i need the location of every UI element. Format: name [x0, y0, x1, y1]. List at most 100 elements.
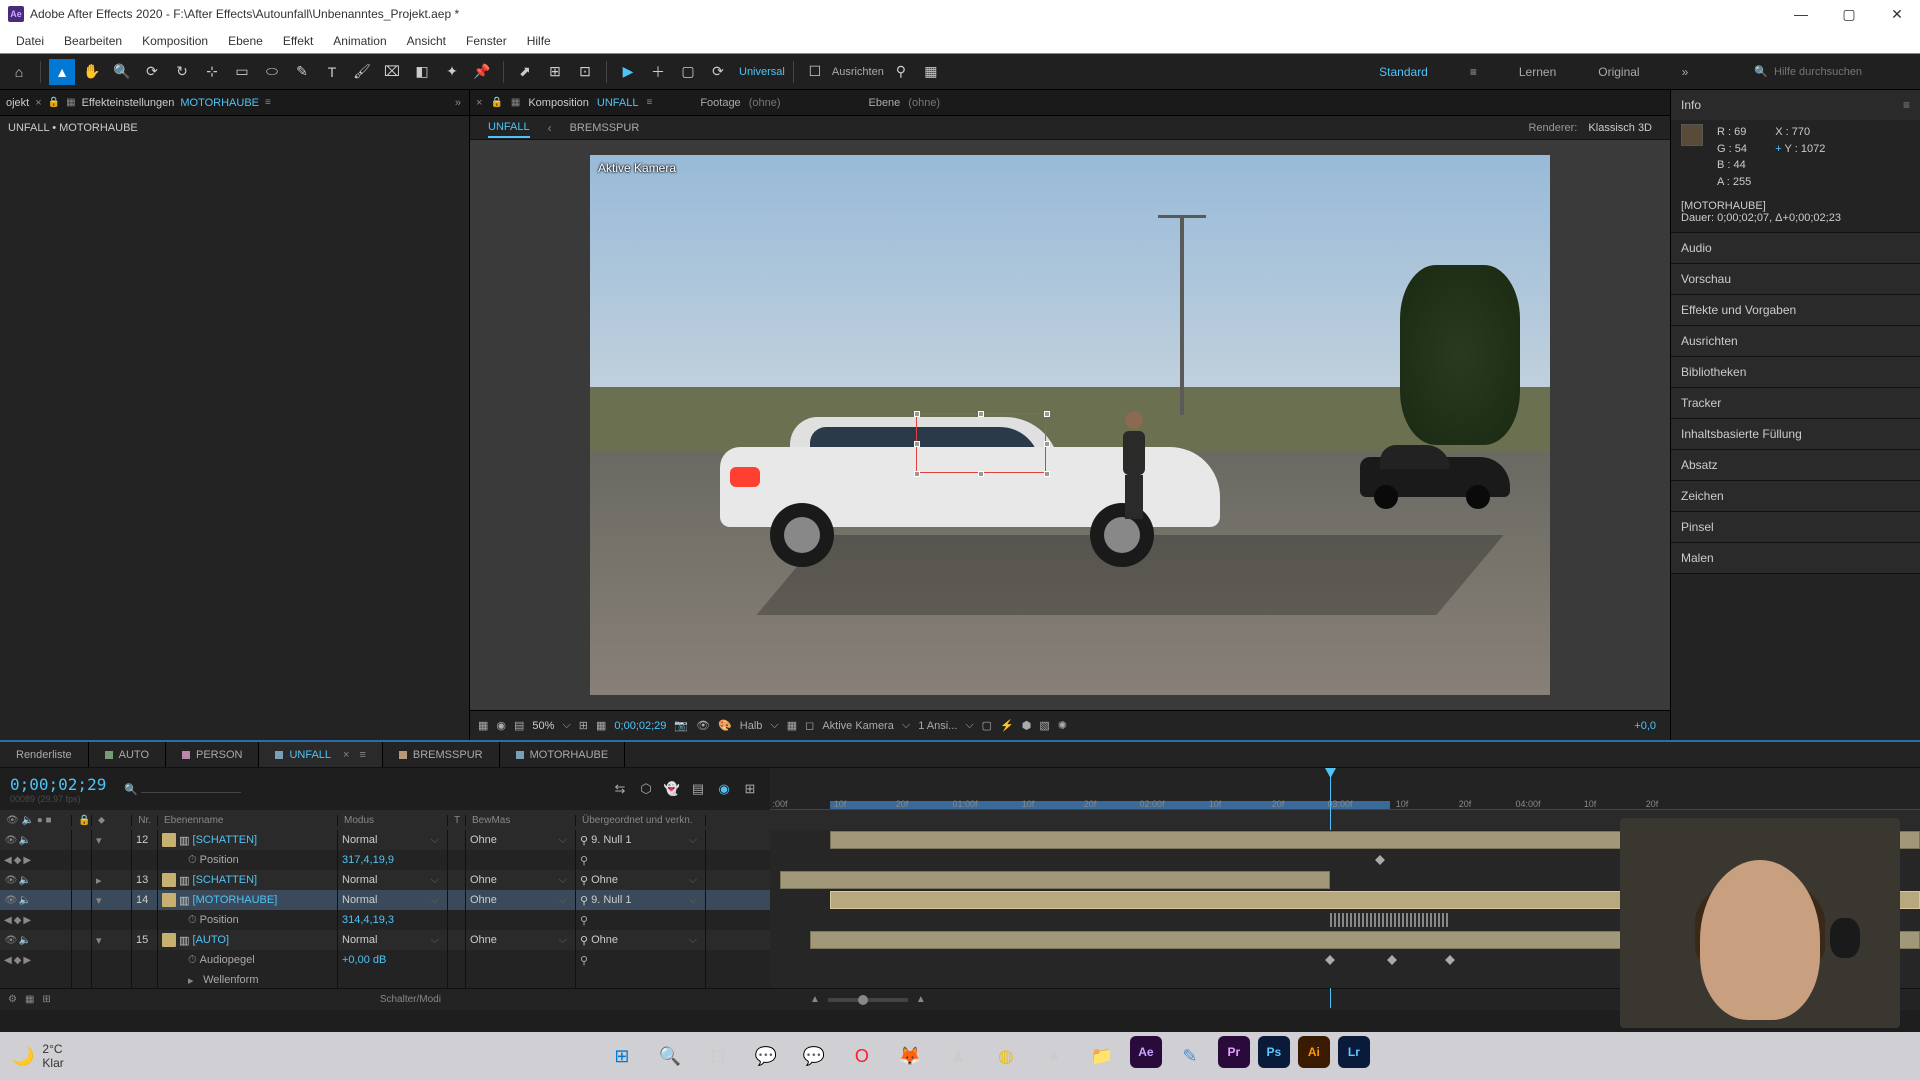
alpha-toggle-icon[interactable]: ▦: [478, 719, 488, 732]
roto-tool[interactable]: ✦: [439, 59, 465, 85]
pickwhip-icon[interactable]: ⚲: [580, 874, 588, 887]
viewer-timecode[interactable]: 0;00;02;29: [614, 720, 666, 732]
res-dropdown[interactable]: Halb: [740, 720, 763, 732]
eraser-tool[interactable]: ◧: [409, 59, 435, 85]
app-icon-1[interactable]: ♟: [938, 1036, 978, 1076]
search-taskbar[interactable]: 🔍: [650, 1036, 690, 1076]
mask-toggle-icon[interactable]: ◉: [496, 719, 506, 732]
tl-tab-unfall[interactable]: UNFALL×≡: [259, 742, 382, 767]
menu-ansicht[interactable]: Ansicht: [397, 30, 456, 52]
obs-icon[interactable]: ⏺: [1034, 1036, 1074, 1076]
camera-dropdown[interactable]: Aktive Kamera: [822, 720, 894, 732]
premiere-taskbar[interactable]: Pr: [1218, 1036, 1250, 1068]
3d-icon[interactable]: ⬢: [1022, 719, 1032, 732]
explorer-icon[interactable]: 📁: [1082, 1036, 1122, 1076]
exposure-reset-icon[interactable]: ✺: [1058, 719, 1067, 732]
time-ruler[interactable]: :00f 10f 20f 01:00f 10f 20f 02:00f 10f 2…: [770, 768, 1920, 810]
local-axis-icon[interactable]: ⬈: [512, 59, 538, 85]
maximize-button[interactable]: ▢: [1834, 6, 1864, 23]
snap-toggle[interactable]: ⟳: [705, 59, 731, 85]
tl-tab-renderliste[interactable]: Renderliste: [0, 742, 89, 767]
zoom-tool[interactable]: 🔍: [109, 59, 135, 85]
task-view[interactable]: ⊡: [698, 1036, 738, 1076]
tl-search-icon[interactable]: 🔍: [124, 784, 138, 796]
pickwhip-icon[interactable]: ⚲: [580, 954, 588, 967]
workspace-standard[interactable]: Standard: [1373, 61, 1434, 83]
zoom-dropdown[interactable]: ⌵: [562, 719, 570, 732]
motion-blur-icon[interactable]: ▦: [918, 59, 944, 85]
speaker-header-icon[interactable]: 🔈: [21, 815, 33, 826]
tl-tab-auto[interactable]: AUTO: [89, 742, 166, 767]
menu-fenster[interactable]: Fenster: [456, 30, 517, 52]
composition-viewer[interactable]: Aktive Kamera: [470, 140, 1670, 710]
start-button[interactable]: ⊞: [602, 1036, 642, 1076]
tl-tab-motorhaube[interactable]: MOTORHAUBE: [500, 742, 626, 767]
motionblur-icon[interactable]: ◉: [714, 779, 734, 799]
panel-audio[interactable]: Audio: [1671, 233, 1920, 263]
pickwhip-icon[interactable]: ⚲: [580, 894, 588, 907]
panel-zeichen[interactable]: Zeichen: [1671, 481, 1920, 511]
brush-tool[interactable]: 🖌: [349, 59, 375, 85]
comp-tab-close[interactable]: ×: [476, 97, 482, 109]
toggle-modes-icon[interactable]: ▦: [25, 994, 34, 1005]
frameblend-icon[interactable]: ▤: [688, 779, 708, 799]
col-nr[interactable]: Nr.: [132, 815, 158, 826]
pickwhip-icon[interactable]: ⚲: [580, 914, 588, 927]
tab-menu-icon[interactable]: ≡: [265, 97, 271, 108]
workspace-menu-icon[interactable]: ≡: [1464, 61, 1483, 83]
col-trk[interactable]: BewMas: [466, 815, 576, 826]
app-icon-3[interactable]: ✎: [1170, 1036, 1210, 1076]
panel-overflow[interactable]: »: [455, 97, 461, 109]
firefox-icon[interactable]: 🦊: [890, 1036, 930, 1076]
info-menu-icon[interactable]: ≡: [1903, 98, 1910, 112]
comp-flowchart-icon[interactable]: ⇆: [610, 779, 630, 799]
snap-box-icon[interactable]: ▢: [675, 59, 701, 85]
teams-icon[interactable]: 💬: [746, 1036, 786, 1076]
photoshop-taskbar[interactable]: Ps: [1258, 1036, 1290, 1068]
project-tab-close[interactable]: ×: [35, 97, 41, 109]
autokey-icon[interactable]: ⚲: [888, 59, 914, 85]
help-search-input[interactable]: [1774, 66, 1914, 78]
toggle-parent-icon[interactable]: ⊞: [42, 994, 50, 1005]
orbit-tool[interactable]: ⟳: [139, 59, 165, 85]
fx-tab-label[interactable]: Effekteinstellungen: [82, 97, 175, 109]
weather-icon[interactable]: 🌙: [12, 1046, 34, 1067]
region-icon[interactable]: ◻: [805, 719, 814, 732]
layer-tab[interactable]: Ebene: [868, 97, 900, 109]
close-button[interactable]: ✕: [1882, 6, 1912, 23]
home-tool[interactable]: ⌂: [6, 59, 32, 85]
tl-tab-bremsspur[interactable]: BREMSSPUR: [383, 742, 500, 767]
selection-tool[interactable]: ▲: [49, 59, 75, 85]
shy-icon[interactable]: 👻: [662, 779, 682, 799]
shy-col-icon[interactable]: ⬥: [98, 815, 105, 826]
menu-komposition[interactable]: Komposition: [132, 30, 218, 52]
workspace-overflow[interactable]: »: [1676, 61, 1695, 83]
res-dd-arrow[interactable]: ⌵: [770, 719, 778, 732]
eye-header-icon[interactable]: 👁: [6, 815, 19, 826]
panel-bibliotheken[interactable]: Bibliotheken: [1671, 357, 1920, 387]
col-parent[interactable]: Übergeordnet und verkn.: [576, 815, 706, 826]
current-timecode[interactable]: 0;00;02;29: [10, 775, 106, 794]
panel-absatz[interactable]: Absatz: [1671, 450, 1920, 480]
timeline-icon[interactable]: ▧: [1039, 719, 1049, 732]
fx-tab-subject[interactable]: MOTORHAUBE: [180, 97, 259, 109]
panel-ausrichten[interactable]: Ausrichten: [1671, 326, 1920, 356]
info-panel-header[interactable]: Info ≡: [1671, 90, 1920, 120]
windows-taskbar[interactable]: 🌙 2°C Klar ⊞ 🔍 ⊡ 💬 💬 O 🦊 ♟ ◍ ⏺ 📁 Ae ✎ Pr…: [0, 1032, 1920, 1080]
col-mode[interactable]: Modus: [338, 815, 448, 826]
grid-icon[interactable]: ▦: [596, 719, 606, 732]
timeline-zoom-slider[interactable]: ▲ ▲: [810, 994, 926, 1005]
workspace-original[interactable]: Original: [1592, 61, 1645, 83]
panel-malen[interactable]: Malen: [1671, 543, 1920, 573]
panel-vorschau[interactable]: Vorschau: [1671, 264, 1920, 294]
pickwhip-icon[interactable]: ⚲: [580, 934, 588, 947]
menu-ebene[interactable]: Ebene: [218, 30, 273, 52]
fast-preview-icon[interactable]: ⚡: [1000, 719, 1014, 732]
renderer-value[interactable]: Klassisch 3D: [1588, 122, 1652, 134]
panel-pinsel[interactable]: Pinsel: [1671, 512, 1920, 542]
view-axis-icon[interactable]: ⊡: [572, 59, 598, 85]
world-axis-icon[interactable]: ⊞: [542, 59, 568, 85]
opera-icon[interactable]: O: [842, 1036, 882, 1076]
subtab-unfall[interactable]: UNFALL: [488, 118, 530, 138]
lightroom-taskbar[interactable]: Lr: [1338, 1036, 1370, 1068]
